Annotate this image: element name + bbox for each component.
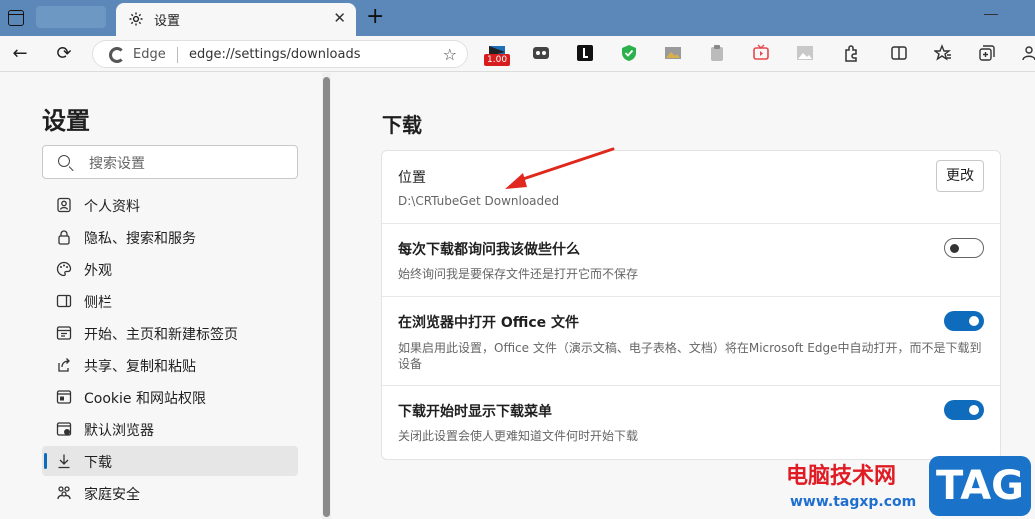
office-title: 在浏览器中打开 Office 文件	[398, 315, 580, 331]
sidebar-item-label: 隐私、搜索和服务	[84, 231, 196, 247]
extensions-icon[interactable]	[842, 44, 860, 62]
browser-icon	[56, 422, 72, 436]
lastpass-extension-icon[interactable]	[576, 44, 594, 62]
sidebar-item-downloads[interactable]: 下载	[42, 446, 298, 476]
sidebar-item-label: 开始、主页和新建标签页	[84, 327, 238, 343]
ask-toggle[interactable]	[944, 238, 984, 258]
home-icon	[56, 326, 72, 340]
sidebar-item-start-home[interactable]: 开始、主页和新建标签页	[42, 318, 298, 348]
page-title: 下载	[382, 113, 422, 137]
extension-badge: 1.00	[484, 54, 511, 66]
sidebar-item-label: 侧栏	[84, 295, 112, 311]
sidebar-item-share[interactable]: 共享、复制和粘贴	[42, 350, 298, 380]
blurred-tab[interactable]	[36, 6, 106, 28]
sidebar-item-label: 共享、复制和粘贴	[84, 359, 196, 375]
split-screen-icon[interactable]	[890, 44, 908, 62]
watermark-text: 电脑技术网	[786, 464, 897, 489]
sidebar-item-label: 默认浏览器	[84, 423, 154, 439]
downloads-settings-card: 位置 D:\CRTubeGet Downloaded 更改 每次下载都询问我该做…	[381, 150, 1001, 460]
ask-row: 每次下载都询问我该做些什么 始终询问我是要保存文件还是打开它而不保存	[382, 224, 1000, 297]
ask-title: 每次下载都询问我该做些什么	[398, 242, 580, 258]
search-placeholder: 搜索设置	[89, 156, 145, 172]
office-row: 在浏览器中打开 Office 文件 如果启用此设置，Office 文件（演示文稿…	[382, 297, 1000, 386]
toggle-knob	[950, 244, 959, 253]
refresh-button[interactable]: ⟳	[52, 42, 76, 66]
office-desc: 如果启用此设置，Office 文件（演示文稿、电子表格、文档）将在Microso…	[398, 341, 982, 371]
lock-icon	[58, 230, 70, 245]
palette-icon	[56, 261, 72, 277]
edge-logo-icon	[109, 47, 125, 63]
settings-main: 下载 位置 D:\CRTubeGet Downloaded 更改 每次下载都询问…	[331, 73, 1035, 519]
sidebar-item-label: Cookie 和网站权限	[84, 391, 206, 407]
tab-strip: 设置 ✕ +	[0, 0, 1035, 36]
settings-search-input[interactable]: 搜索设置	[42, 145, 298, 179]
sidebar-item-label: 下载	[84, 455, 112, 471]
watermark-logo: TAG	[929, 456, 1031, 516]
profile-avatar-icon[interactable]	[1020, 44, 1035, 62]
share-icon	[58, 358, 70, 372]
minimize-icon[interactable]	[984, 14, 998, 15]
gear-icon	[129, 12, 143, 26]
favorites-icon[interactable]	[934, 44, 952, 62]
tab-settings[interactable]: 设置 ✕	[116, 3, 356, 36]
change-location-button[interactable]: 更改	[936, 160, 984, 192]
search-icon	[58, 155, 70, 167]
sidebar-item-label: 外观	[84, 263, 112, 279]
family-icon	[57, 486, 71, 500]
collections-icon[interactable]	[978, 44, 996, 62]
profile-icon	[57, 197, 71, 213]
settings-sidebar: 设置 搜索设置 个人资料 隐私、搜索和服务 外观 侧栏 开始、主页和新建标签页 …	[0, 73, 322, 519]
address-site-label: Edge	[133, 47, 166, 62]
tab-title: 设置	[154, 14, 181, 29]
download-icon	[58, 454, 70, 469]
toggle-knob	[969, 405, 979, 415]
office-toggle[interactable]	[944, 311, 984, 331]
sidebar-item-sidebar[interactable]: 侧栏	[42, 286, 298, 316]
sidebar-item-label: 家庭安全	[84, 487, 140, 503]
sidebar-item-appearance[interactable]: 外观	[42, 254, 298, 284]
menu-title: 下载开始时显示下载菜单	[398, 404, 552, 420]
photo-extension-icon[interactable]	[796, 44, 814, 62]
tv-extension-icon[interactable]	[752, 44, 770, 62]
location-path: D:\CRTubeGet Downloaded	[398, 194, 560, 208]
add-favorite-icon[interactable]: ☆	[443, 45, 457, 64]
sidebar-item-default-browser[interactable]: 默认浏览器	[42, 414, 298, 444]
cookie-icon	[56, 390, 72, 404]
gamepad-extension-icon[interactable]	[532, 44, 550, 62]
sidebar-scrollbar[interactable]	[322, 73, 331, 519]
sidebar-item-profile[interactable]: 个人资料	[42, 190, 298, 220]
sidebar-item-privacy[interactable]: 隐私、搜索和服务	[42, 222, 298, 252]
location-title: 位置	[398, 170, 426, 186]
toggle-knob	[969, 316, 979, 326]
new-tab-button[interactable]: +	[366, 4, 384, 30]
clipboard-icon[interactable]	[708, 44, 726, 62]
watermark-url: www.tagxp.com	[790, 494, 917, 510]
address-divider	[177, 47, 178, 63]
menu-desc: 关闭此设置会使人更难知道文件何时开始下载	[398, 429, 639, 443]
close-icon[interactable]: ✕	[333, 9, 346, 27]
back-button[interactable]: ←	[8, 42, 32, 66]
menu-row: 下载开始时显示下载菜单 关闭此设置会使人更难知道文件何时开始下载	[382, 386, 1000, 459]
image-extension-icon[interactable]	[664, 44, 682, 62]
scrollbar-thumb[interactable]	[323, 77, 330, 517]
sidebar-item-label: 个人资料	[84, 199, 140, 215]
browser-toolbar: ← ⟳ Edge edge://settings/downloads ☆ 1.0…	[0, 36, 1035, 72]
shield-check-icon[interactable]	[620, 44, 638, 62]
sidebar-icon	[56, 294, 72, 308]
address-url[interactable]: edge://settings/downloads	[189, 47, 361, 62]
location-row: 位置 D:\CRTubeGet Downloaded 更改	[382, 151, 1000, 224]
sidebar-item-family-safety[interactable]: 家庭安全	[42, 478, 298, 508]
sidebar-item-cookies[interactable]: Cookie 和网站权限	[42, 382, 298, 412]
tab-actions-icon[interactable]	[8, 10, 24, 26]
ask-desc: 始终询问我是要保存文件还是打开它而不保存	[398, 267, 639, 281]
address-bar[interactable]: Edge edge://settings/downloads ☆	[92, 40, 468, 68]
active-indicator	[44, 453, 47, 469]
sidebar-title: 设置	[42, 107, 90, 135]
menu-toggle[interactable]	[944, 400, 984, 420]
